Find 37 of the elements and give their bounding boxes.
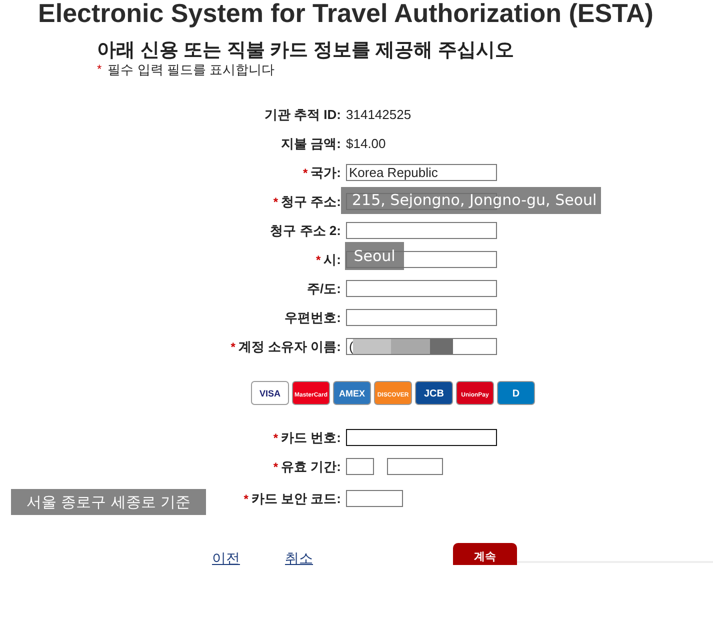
required-mark: *: [273, 194, 278, 208]
continue-button[interactable]: 계속: [453, 543, 517, 565]
caption-toast: Seoul: [345, 242, 404, 270]
required-mark: *: [273, 430, 278, 444]
card-logo: D: [497, 381, 535, 405]
field-label: 우편번호:: [284, 308, 341, 326]
required-mark: *: [316, 252, 321, 266]
card-logo: AMEX: [333, 381, 371, 405]
field-label: 지불 금액:: [281, 134, 341, 152]
required-mark: *: [302, 166, 308, 180]
input-field[interactable]: (: [346, 338, 497, 355]
nav-link[interactable]: 취소: [285, 550, 313, 568]
page-title: Electronic System for Travel Authorization (ESTA): [37, 0, 654, 26]
nav-link[interactable]: 이전: [212, 550, 240, 568]
field-label: 주/도:: [307, 280, 341, 298]
field-label: 청구 주소:: [281, 192, 341, 210]
required-mark: *: [97, 62, 102, 77]
field-label: 청구 주소 2:: [270, 222, 341, 240]
field-label: 유효 기간:: [281, 458, 341, 476]
field-value: 314142525: [346, 107, 412, 122]
section-heading: 아래 신용 또는 직불 카드 정보를 제공해 주십시오: [97, 40, 515, 62]
field-label: 카드 보안 코드:: [251, 490, 341, 508]
field-label: 계정 소유자 이름:: [238, 338, 341, 356]
required-mark: *: [273, 460, 278, 474]
field-label: 기관 추적 ID:: [264, 106, 341, 124]
required-mark: *: [244, 492, 248, 506]
field-value: $14.00: [346, 136, 386, 151]
field-label: 국가:: [310, 164, 341, 182]
field-label: 카드 번호:: [281, 428, 341, 446]
card-logo: VISA: [251, 381, 289, 405]
card-logo: JCB: [415, 381, 453, 405]
required-mark: *: [230, 340, 236, 354]
field-label: 시:: [324, 250, 341, 268]
input-field[interactable]: Korea Republic: [346, 164, 497, 181]
caption-toast: 215, Sejongno, Jongno-gu, Seoul: [341, 187, 601, 214]
caption-toast: 서울 종로구 세종로 기준: [11, 489, 206, 515]
required-note: 필수 입력 필드를 표시합니다: [108, 62, 275, 77]
